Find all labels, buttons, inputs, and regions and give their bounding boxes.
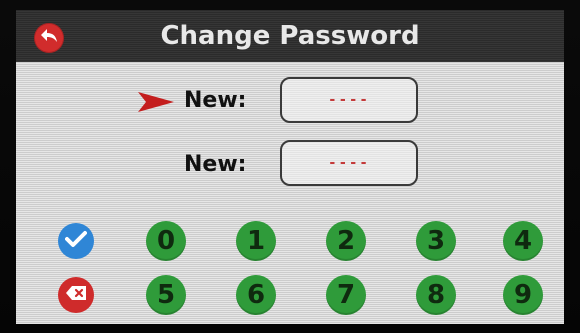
digit-key-3[interactable]: 3: [416, 221, 456, 261]
touch-screen: Change Password New: ---- New: ---- 0 1: [16, 10, 564, 324]
digit-key-7[interactable]: 7: [326, 275, 366, 315]
page-title: Change Password: [160, 21, 420, 51]
new-password-label: New:: [184, 88, 247, 113]
red-arrow-pointer-icon: [136, 90, 176, 114]
new-password-value: ----: [328, 92, 370, 108]
digit-key-6[interactable]: 6: [236, 275, 276, 315]
back-button[interactable]: [34, 23, 64, 53]
digit-key-8[interactable]: 8: [416, 275, 456, 315]
header-bar: Change Password: [16, 10, 564, 62]
new-password-field[interactable]: ----: [280, 77, 418, 123]
confirm-password-label: New:: [184, 152, 247, 177]
digit-key-1[interactable]: 1: [236, 221, 276, 261]
checkmark-icon: [65, 230, 87, 252]
confirm-password-value: ----: [328, 155, 370, 171]
confirm-button[interactable]: [58, 223, 94, 259]
backspace-icon: [65, 285, 87, 305]
digit-key-9[interactable]: 9: [503, 275, 543, 315]
confirm-password-field[interactable]: ----: [280, 140, 418, 186]
digit-key-4[interactable]: 4: [503, 221, 543, 261]
digit-key-0[interactable]: 0: [146, 221, 186, 261]
delete-button[interactable]: [58, 277, 94, 313]
digit-key-5[interactable]: 5: [146, 275, 186, 315]
back-arrow-icon: [39, 27, 59, 49]
digit-key-2[interactable]: 2: [326, 221, 366, 261]
